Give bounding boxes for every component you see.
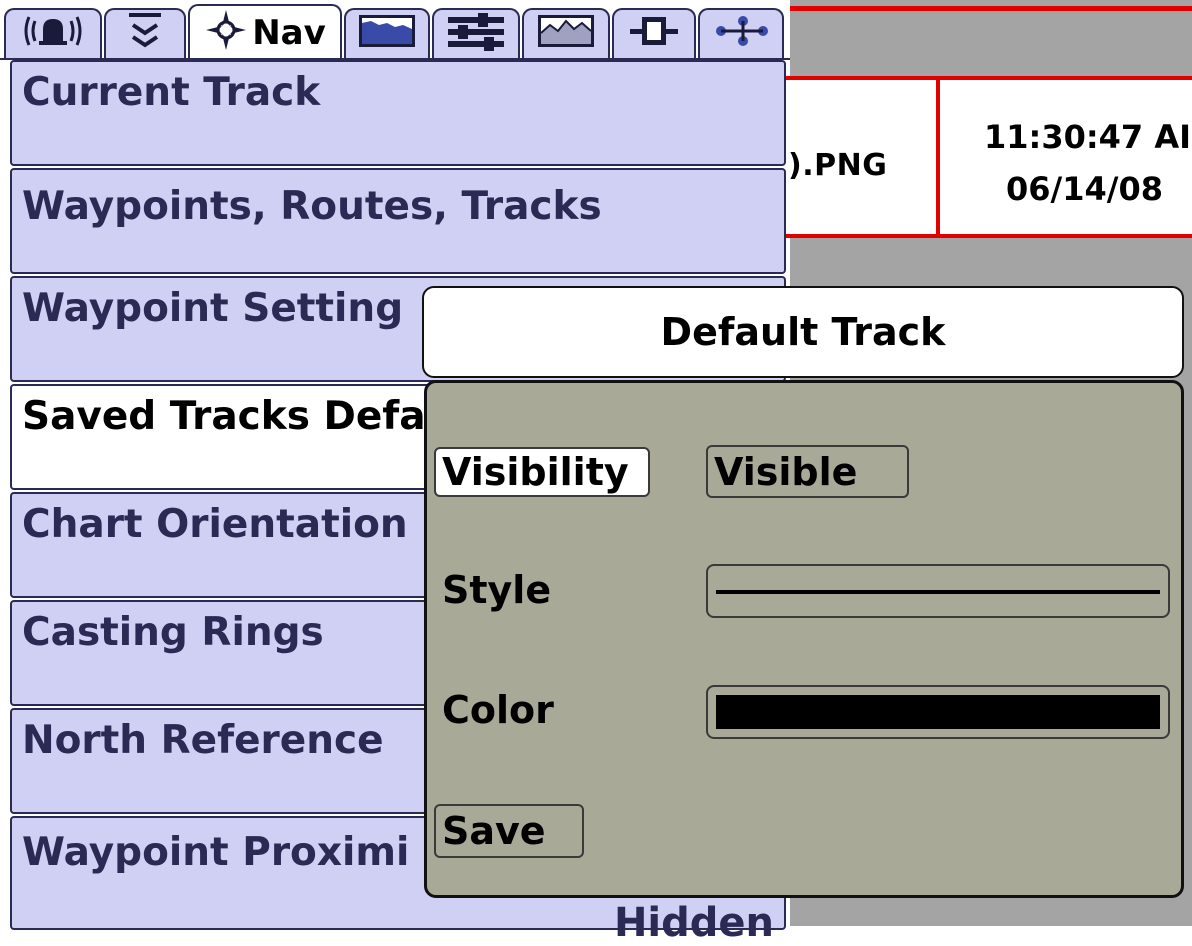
menu-item-label: Waypoints, Routes, Tracks — [22, 184, 602, 229]
menu-item-label: Saved Tracks Defa — [22, 394, 426, 439]
color-selector[interactable] — [706, 685, 1170, 739]
tab-accessories[interactable] — [612, 8, 696, 58]
network-icon — [713, 13, 769, 55]
tab-sonar[interactable] — [522, 8, 610, 58]
tab-bar: Nav — [0, 0, 790, 62]
status-date: 06/14/08 — [1006, 170, 1163, 208]
tab-alarms[interactable] — [4, 8, 102, 58]
tab-network[interactable] — [698, 8, 784, 58]
menu-item-label: Waypoint Proximi — [22, 830, 410, 875]
menu-item-value: Hidden — [613, 900, 774, 946]
menu-item-current-track[interactable]: Current Track — [10, 60, 786, 166]
status-time: 11:30:47 AI — [984, 118, 1191, 156]
sonar-icon — [536, 13, 596, 55]
color-swatch — [716, 695, 1160, 729]
visibility-button[interactable]: Visibility — [434, 447, 650, 497]
tab-nav[interactable]: Nav — [188, 4, 342, 60]
dialog-title: Default Track — [660, 310, 946, 354]
menu-item-label: Chart Orientation — [22, 502, 408, 547]
alarm-icon — [21, 13, 85, 55]
save-button[interactable]: Save — [434, 804, 584, 858]
menu-item-label: North Reference — [22, 718, 384, 763]
menu-item-label: Casting Rings — [22, 610, 324, 655]
style-selector[interactable] — [706, 564, 1170, 618]
chart-icon — [357, 13, 417, 55]
color-label: Color — [442, 688, 554, 732]
style-line-preview — [716, 590, 1160, 594]
sounder-icon — [125, 11, 165, 57]
accessories-icon — [628, 13, 680, 55]
tab-setup[interactable] — [432, 8, 520, 58]
status-separator — [936, 80, 940, 234]
menu-item-label: Current Track — [22, 70, 321, 115]
tab-sounder[interactable] — [104, 8, 186, 58]
tab-chart[interactable] — [344, 8, 430, 58]
style-label: Style — [442, 568, 552, 612]
setup-icon — [444, 11, 508, 57]
tab-nav-label: Nav — [252, 13, 326, 53]
dialog-title-bar: Default Track — [422, 286, 1184, 378]
nav-icon — [204, 8, 248, 58]
menu-item-waypoints-routes-tracks[interactable]: Waypoints, Routes, Tracks — [10, 168, 786, 274]
visibility-value-button[interactable]: Visible — [706, 445, 909, 498]
status-filename: ).PNG — [788, 148, 888, 183]
status-top-border — [790, 6, 1192, 11]
menu-item-label: Waypoint Setting — [22, 286, 404, 331]
